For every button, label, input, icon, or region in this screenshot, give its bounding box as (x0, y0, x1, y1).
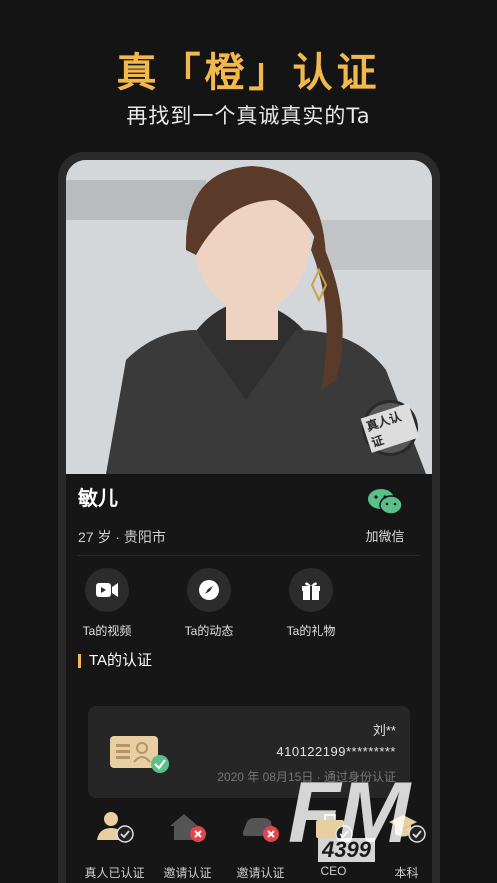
action-gifts[interactable]: Ta的礼物 (282, 568, 340, 639)
stamp-label: 真人认证 (360, 403, 420, 453)
video-icon (85, 568, 129, 612)
cert-id-number: 410122199********* (276, 744, 396, 759)
wechat-icon (367, 488, 403, 516)
divider (78, 555, 420, 556)
gift-icon (289, 568, 333, 612)
badge-education-label: 本科 (394, 866, 419, 880)
cert-name: 刘** (372, 723, 396, 738)
watermark-sub: 4399 (318, 838, 375, 862)
badge-real-person[interactable]: 真人已认证 (78, 810, 151, 881)
person-check-icon (95, 810, 135, 844)
house-icon (168, 810, 208, 844)
hero-title: 真「橙」认证 (116, 50, 381, 96)
action-video[interactable]: Ta的视频 (78, 568, 136, 639)
badge-house[interactable]: 邀请认证 (151, 810, 224, 881)
action-row: Ta的视频 Ta的动态 Ta的礼物 (78, 568, 340, 639)
hero-subtitle: 再找到一个真诚真实的Ta (126, 104, 371, 128)
badge-ceo-label: CEO (320, 864, 347, 878)
certification-section-title: TA的认证 (78, 653, 152, 668)
action-moments[interactable]: Ta的动态 (180, 568, 238, 639)
car-icon (241, 810, 281, 844)
badge-house-label: 邀请认证 (163, 866, 212, 880)
action-gifts-label: Ta的礼物 (286, 624, 336, 638)
profile-photo[interactable]: 真人认证 (66, 160, 432, 474)
action-moments-label: Ta的动态 (184, 624, 234, 638)
profile-info: 敏儿 27 岁 · 贵阳市 加微信 (78, 482, 420, 547)
action-video-label: Ta的视频 (82, 624, 132, 638)
badge-real-person-label: 真人已认证 (84, 866, 145, 880)
badge-car-label: 邀请认证 (236, 866, 285, 880)
add-wechat-label: 加微信 (365, 529, 405, 544)
add-wechat-button[interactable]: 加微信 (350, 488, 420, 545)
id-card-icon (110, 734, 170, 779)
badge-car[interactable]: 邀请认证 (224, 810, 297, 881)
compass-icon (187, 568, 231, 612)
